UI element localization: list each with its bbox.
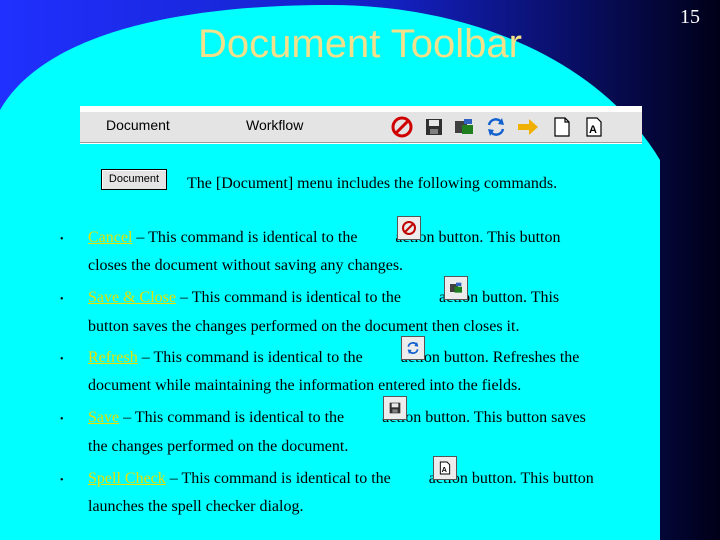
save-icon[interactable] — [422, 115, 446, 139]
bullet-spell-check-line1: Spell Check – This command is identical … — [88, 470, 594, 487]
bullet-spell-check-line2: launches the spell checker dialog. — [88, 498, 304, 515]
slide-title: Document Toolbar — [198, 22, 522, 66]
bullet-marker: • — [60, 294, 64, 305]
svg-text:A: A — [589, 124, 597, 136]
bullet-marker: • — [60, 414, 64, 425]
save-action-icon — [383, 396, 407, 420]
page-number: 15 — [680, 6, 700, 28]
bullet-marker: • — [60, 475, 64, 486]
spell-check-action-icon: A — [433, 456, 457, 480]
blank-document-icon[interactable] — [550, 115, 574, 139]
forward-arrow-icon[interactable] — [516, 115, 540, 139]
spell-check-icon[interactable]: A — [582, 115, 606, 139]
bullet-refresh-line2: document while maintaining the informati… — [88, 377, 522, 394]
bullet-save-close-line2: button saves the changes performed on th… — [88, 318, 520, 335]
svg-text:A: A — [442, 465, 448, 474]
document-toolbar: Document Workflow A — [80, 106, 642, 144]
bullet-cancel-line2: closes the document without saving any c… — [88, 257, 404, 274]
toolbar-strip: Document Workflow A — [80, 111, 642, 143]
bullet-cancel-line1: Cancel – This command is identical to th… — [88, 229, 561, 246]
save-and-close-icon[interactable] — [452, 115, 476, 139]
cancel-link[interactable]: Cancel — [88, 229, 132, 246]
bullet-refresh-line1: Refresh – This command is identical to t… — [88, 349, 580, 366]
refresh-icon[interactable] — [484, 115, 508, 139]
save-link[interactable]: Save — [88, 409, 119, 426]
bullet-marker: • — [60, 234, 64, 245]
intro-text: The [Document] menu includes the followi… — [187, 175, 558, 192]
cancel-action-icon — [397, 216, 421, 240]
menu-workflow[interactable]: Workflow — [246, 117, 303, 133]
menu-document[interactable]: Document — [106, 117, 170, 133]
spell-check-link[interactable]: Spell Check — [88, 470, 166, 487]
bullet-save-close-line1: Save & Close – This command is identical… — [88, 289, 560, 306]
refresh-action-icon — [401, 336, 425, 360]
bullet-save-line2: the changes performed on the document. — [88, 438, 349, 455]
bullet-marker: • — [60, 354, 64, 365]
document-menu-button: Document — [101, 169, 167, 190]
cancel-icon[interactable] — [390, 115, 414, 139]
save-close-link[interactable]: Save & Close — [88, 289, 176, 306]
save-and-close-action-icon — [444, 276, 468, 300]
bullet-save-line1: Save – This command is identical to the … — [88, 409, 586, 426]
refresh-link[interactable]: Refresh — [88, 349, 138, 366]
